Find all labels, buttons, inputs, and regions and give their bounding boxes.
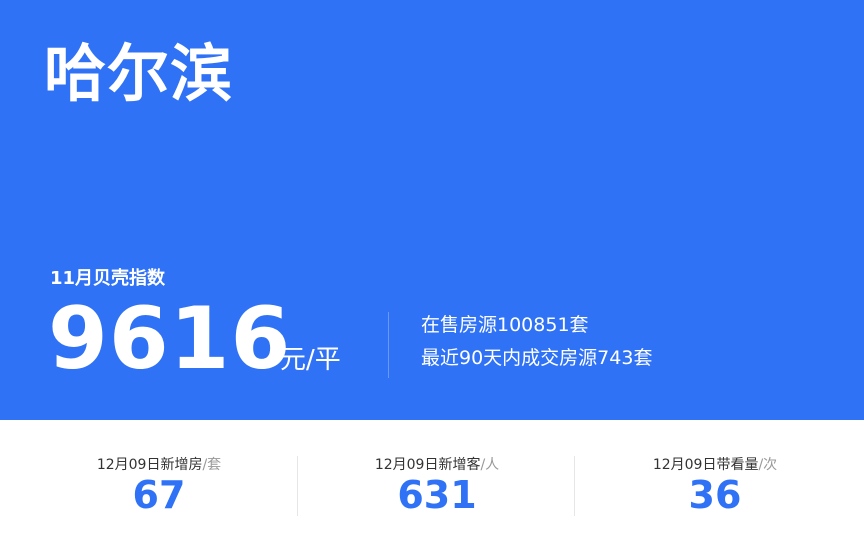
stat-label-text: 12月09日新增客	[374, 457, 481, 473]
city-name: 哈尔滨	[44, 37, 234, 110]
stat-label: 12月09日新增客/人	[298, 457, 576, 474]
index-price: 9616	[48, 289, 292, 389]
stat-new-listings: 12月09日新增房/套 67	[20, 420, 298, 539]
stat-label-text: 12月09日带看量	[652, 457, 759, 473]
recent-deals: 最近90天内成交房源743套	[421, 347, 653, 369]
stat-label: 12月09日带看量/次	[576, 457, 854, 474]
index-label: 11月贝壳指数	[50, 268, 166, 289]
price-unit: 元/平	[280, 345, 341, 375]
city-hero-banner: 哈尔滨 11月贝壳指数 9616 元/平 在售房源100851套 最近90天内成…	[0, 0, 864, 420]
hero-divider	[388, 312, 389, 378]
stat-divider	[574, 456, 575, 516]
stat-value: 36	[688, 473, 742, 517]
stat-value: 631	[397, 473, 477, 517]
stat-unit: /人	[480, 457, 500, 473]
on-sale-listings: 在售房源100851套	[421, 314, 589, 336]
stat-unit: /套	[202, 457, 222, 473]
daily-stats: 12月09日新增房/套 67 12月09日新增客/人 631 12月09日带看量…	[0, 420, 864, 539]
stat-value: 67	[132, 473, 186, 517]
stat-label: 12月09日新增房/套	[20, 457, 298, 474]
stat-unit: /次	[758, 457, 778, 473]
stat-viewings: 12月09日带看量/次 36	[576, 420, 854, 539]
stat-label-text: 12月09日新增房	[96, 457, 203, 473]
stat-new-clients: 12月09日新增客/人 631	[298, 420, 576, 539]
